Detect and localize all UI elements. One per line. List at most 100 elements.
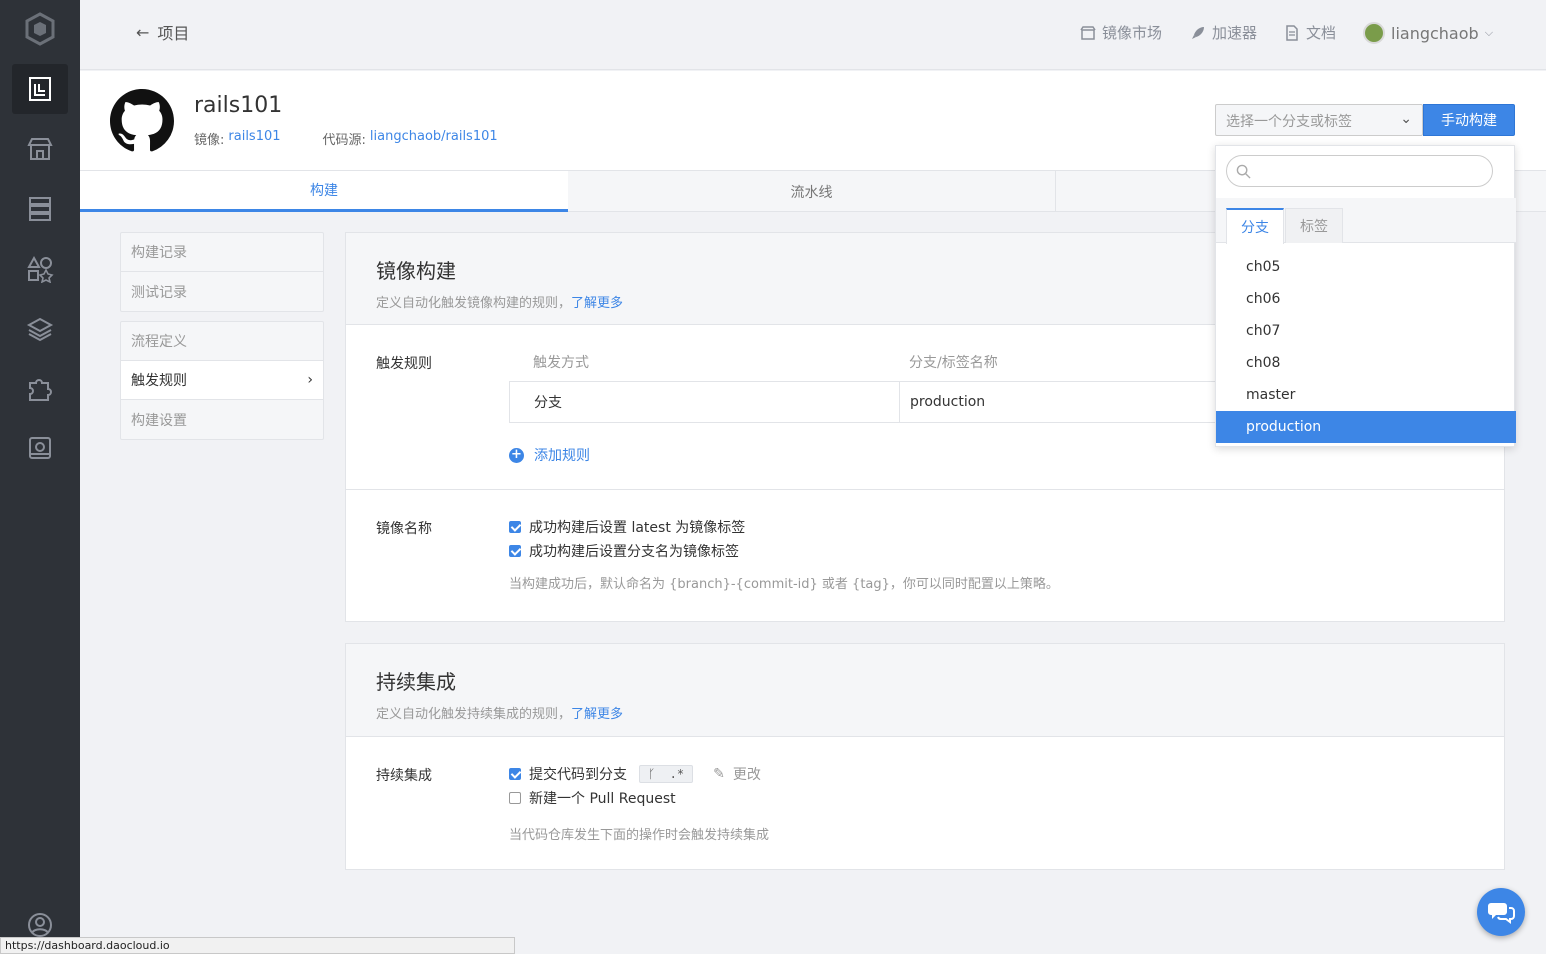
nav-docs-label: 文档 [1306,24,1337,42]
chevron-down-icon: ⌄ [1400,111,1412,127]
ci-header: 持续集成 定义自动化触发持续集成的规则，了解更多 [346,644,1504,737]
user-name: liangchaob [1391,23,1479,43]
dropdown-tab-branches[interactable]: 分支 [1226,208,1284,244]
manual-build-button[interactable]: 手动构建 [1423,104,1515,136]
list-item[interactable]: ch07 [1216,315,1516,347]
user-menu[interactable]: liangchaob ⌵ [1363,22,1493,44]
menu-build-records-label: 构建记录 [131,245,187,261]
image-name-label: 镜像名称 [376,521,432,537]
nav-puzzle-icon[interactable] [12,364,68,414]
branch-pattern-value: .* [669,767,685,781]
branch-search-input[interactable] [1226,155,1493,187]
latest-tag-checkbox[interactable]: 成功构建后设置 latest 为镜像标签 [509,515,1059,539]
latest-tag-label: 成功构建后设置 latest 为镜像标签 [529,520,746,536]
dropdown-tab-tags[interactable]: 标签 [1285,208,1343,243]
nav-store-icon[interactable] [12,124,68,174]
edit-label: 更改 [732,767,761,783]
tab-pipeline[interactable]: 流水线 [568,171,1056,212]
checkbox-checked-icon [509,545,521,557]
menu-build-records[interactable]: 构建记录 [121,233,323,272]
learn-more-link[interactable]: 了解更多 [571,296,623,311]
source-repo-link[interactable]: liangchaob/rails101 [370,129,498,148]
store-icon [1080,25,1096,40]
document-icon [1286,24,1298,41]
branch-tag-checkbox[interactable]: 成功构建后设置分支名为镜像标签 [509,539,1059,563]
menu-flow-definition[interactable]: 流程定义 [121,322,323,361]
ci-hint: 当代码仓库发生下面的操作时会触发持续集成 [509,828,770,843]
divider [346,489,1504,490]
push-branch-label: 提交代码到分支 [529,767,627,783]
list-item[interactable]: ch05 [1216,251,1516,283]
chat-support-button[interactable] [1477,888,1525,936]
pencil-icon: ✎ [713,766,725,782]
trigger-rules-table: 触发方式 分支/标签名称 分支 production [509,343,1321,423]
image-name-options: 成功构建后设置 latest 为镜像标签 成功构建后设置分支名为镜像标签 当构建… [509,515,1059,592]
tab-build[interactable]: 构建 [80,171,568,212]
project-meta: 镜像: rails101 代码源: liangchaob/rails101 [194,129,498,148]
nav-project-icon[interactable] [12,64,68,114]
branch-pattern-chip: ᚴ .* [639,765,694,783]
checkbox-checked-icon [509,768,521,780]
table-header: 触发方式 分支/标签名称 [509,343,1321,381]
list-item[interactable]: ch06 [1216,283,1516,315]
ci-desc-text: 定义自动化触发持续集成的规则， [376,707,572,722]
chevron-down-icon: ⌵ [1484,26,1494,39]
menu-test-records[interactable]: 测试记录 [121,272,323,311]
image-build-desc-text: 定义自动化触发镜像构建的规则， [376,296,572,311]
source-label: 代码源: [322,133,366,148]
daocloud-logo-icon[interactable] [24,12,56,46]
list-item[interactable]: ch08 [1216,347,1516,379]
top-bar: ← 项目 镜像市场 加速器 文档 liangchaob ⌵ [80,0,1546,70]
back-to-projects-link[interactable]: ← 项目 [136,20,189,44]
image-label: 镜像: [194,133,225,148]
chevron-right-icon: › [307,372,313,388]
nav-layers-icon[interactable] [12,304,68,354]
nav-accelerator-link[interactable]: 加速器 [1190,22,1257,43]
image-name-hint: 当构建成功后，默认命名为 {branch}-{commit-id} 或者 {ta… [509,577,1059,592]
rule-type-cell[interactable]: 分支 [510,382,900,422]
chat-bubble-icon [1488,903,1515,924]
push-branch-checkbox[interactable]: 提交代码到分支 ᚴ .* ✎ 更改 [509,762,769,786]
nav-docs-link[interactable]: 文档 [1284,22,1336,43]
rocket-icon [1192,26,1204,39]
browser-status-bar: https://dashboard.daocloud.io [0,937,515,954]
edit-branch-button[interactable]: ✎ 更改 [713,764,761,784]
project-title: rails101 [194,93,283,118]
branch-tag-label: 成功构建后设置分支名为镜像标签 [529,544,739,560]
ci-panel: 持续集成 定义自动化触发持续集成的规则，了解更多 持续集成 提交代码到分支 ᚴ … [345,643,1505,870]
nav-image-market-label: 镜像市场 [1102,24,1163,42]
trigger-rules-label: 触发规则 [376,356,432,372]
nav-monitor-icon[interactable] [12,424,68,474]
pull-request-checkbox[interactable]: 新建一个 Pull Request [509,786,769,810]
menu-trigger-rules[interactable]: 触发规则 › [121,361,323,400]
user-avatar [1363,22,1385,44]
menu-build-settings-label: 构建设置 [131,412,187,429]
side-menu-settings: 流程定义 触发规则 › 构建设置 [120,321,324,440]
menu-build-settings[interactable]: 构建设置 [121,400,323,439]
branch-tag-select[interactable]: 选择一个分支或标签 ⌄ [1215,104,1423,136]
nav-shapes-icon[interactable] [12,244,68,294]
menu-test-records-label: 测试记录 [131,284,187,301]
list-item-selected[interactable]: production [1216,411,1516,443]
git-branch-icon: ᚴ [648,767,656,781]
branch-list: ch05 ch06 ch07 ch08 master production [1216,251,1516,443]
ci-title: 持续集成 [376,670,456,694]
branch-select-placeholder: 选择一个分支或标签 [1226,114,1352,130]
learn-more-link[interactable]: 了解更多 [571,707,623,722]
add-rule-button[interactable]: + 添加规则 [509,445,590,465]
nav-image-market-link[interactable]: 镜像市场 [1080,22,1162,43]
branch-dropdown: 分支 标签 ch05 ch06 ch07 ch08 master product… [1215,145,1516,447]
column-trigger-type: 触发方式 [533,355,589,371]
pull-request-label: 新建一个 Pull Request [529,791,676,807]
search-icon [1236,164,1251,179]
checkbox-unchecked-icon [509,792,521,804]
table-row: 分支 production [509,381,1321,423]
nav-server-icon[interactable] [12,184,68,234]
menu-flow-definition-label: 流程定义 [131,334,187,350]
dropdown-tabs: 分支 标签 [1216,198,1516,244]
ci-label: 持续集成 [376,768,432,784]
github-logo-icon [110,89,174,152]
image-link[interactable]: rails101 [228,129,280,148]
ci-desc: 定义自动化触发持续集成的规则，了解更多 [376,703,1474,722]
list-item[interactable]: master [1216,379,1516,411]
